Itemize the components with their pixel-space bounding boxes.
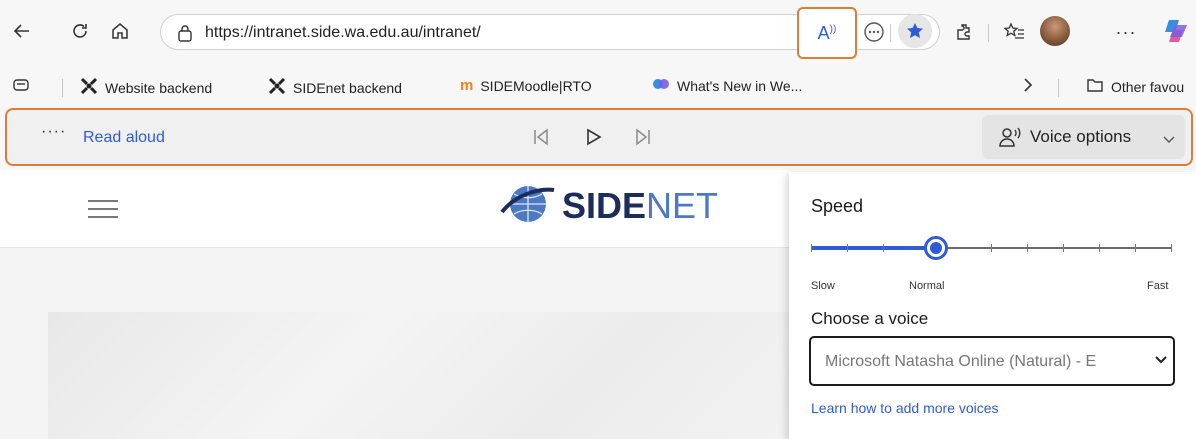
learn-more-voices-link[interactable]: Learn how to add more voices	[811, 400, 999, 416]
logo-net-text: NET	[646, 185, 719, 226]
read-aloud-button[interactable]: A))	[797, 7, 857, 59]
joomla-icon	[268, 77, 286, 98]
logo-side-text: SIDE	[562, 185, 647, 226]
more-icon[interactable]	[860, 18, 888, 46]
globe-icon	[500, 180, 556, 233]
voice-options-label: Voice options	[1030, 127, 1132, 146]
chevron-down-icon	[1155, 352, 1167, 368]
slider-tick	[811, 244, 812, 252]
speed-normal-label: Normal	[909, 280, 945, 292]
chevron-right-icon[interactable]	[1022, 77, 1034, 93]
bookmark-website-backend[interactable]: Website backend	[80, 77, 212, 98]
read-aloud-icon: A))	[817, 22, 837, 43]
joomla-icon	[80, 77, 98, 98]
chevron-down-icon	[1163, 131, 1175, 149]
drag-handle-icon[interactable]: ····	[41, 123, 66, 141]
browser-toolbar: https://intranet.side.wa.edu.au/intranet…	[0, 0, 1196, 70]
read-aloud-bar: ···· Read aloud Voice options	[5, 108, 1193, 166]
refresh-icon[interactable]	[66, 17, 94, 45]
logo-text: SIDENET	[562, 185, 718, 227]
voice-options-button[interactable]: Voice options	[982, 115, 1185, 159]
profile-avatar[interactable]	[1040, 16, 1070, 46]
voice-icon	[998, 125, 1022, 154]
hero-banner	[48, 312, 790, 439]
slider-tick	[847, 244, 848, 252]
collections-icon[interactable]	[12, 77, 30, 93]
speed-slider-thumb[interactable]	[924, 236, 948, 260]
back-icon[interactable]	[8, 17, 36, 45]
favorites-icon[interactable]	[1000, 18, 1028, 46]
play-icon[interactable]	[583, 127, 603, 152]
bookmark-whats-new[interactable]: What's New in We...	[652, 77, 802, 94]
favorite-star-icon[interactable]	[898, 14, 932, 48]
menu-icon[interactable]	[88, 200, 118, 220]
other-favourites[interactable]: Other favou	[1086, 77, 1184, 96]
url-text[interactable]: https://intranet.side.wa.edu.au/intranet…	[205, 24, 481, 42]
speed-fast-label: Fast	[1147, 280, 1169, 292]
bookmark-separator	[62, 79, 63, 97]
speed-label: Speed	[811, 196, 864, 216]
speed-slider-fill	[811, 246, 935, 250]
voice-options-panel: Speed Slow Normal Fast Choose a voice Mi…	[789, 172, 1196, 439]
folder-icon	[1086, 77, 1104, 96]
copilot-icon	[652, 77, 670, 94]
next-paragraph-icon[interactable]	[633, 127, 653, 152]
slider-tick	[1027, 244, 1028, 252]
bookmarks-bar: Website backend SIDEnet backend m SIDEMo…	[0, 70, 1196, 104]
copilot-icon[interactable]	[1160, 16, 1192, 46]
voice-select-value: Microsoft Natasha Online (Natural) - E	[825, 353, 1097, 370]
lock-icon[interactable]	[177, 24, 193, 47]
moodle-icon: m	[460, 77, 474, 94]
slider-tick	[991, 244, 992, 252]
choose-voice-label: Choose a voice	[811, 309, 929, 328]
bookmark-separator	[1058, 79, 1059, 97]
speed-slow-label: Slow	[811, 280, 835, 292]
bookmark-sidenet-backend[interactable]: SIDEnet backend	[268, 77, 402, 98]
slider-tick	[1099, 244, 1100, 252]
extensions-icon[interactable]	[950, 18, 978, 46]
previous-paragraph-icon[interactable]	[531, 127, 551, 152]
slider-tick	[1063, 244, 1064, 252]
slider-tick	[1171, 244, 1172, 252]
voice-select[interactable]: Microsoft Natasha Online (Natural) - E	[809, 336, 1175, 386]
toolbar-separator	[890, 24, 891, 42]
read-aloud-label: Read aloud	[83, 129, 165, 146]
home-icon[interactable]	[106, 17, 134, 45]
sidenet-logo[interactable]: SIDENET	[500, 178, 740, 234]
toolbar-separator	[988, 24, 989, 42]
slider-tick	[1135, 244, 1136, 252]
bookmark-sidemoodle[interactable]: m SIDEMoodle|RTO	[460, 77, 592, 94]
more-options-icon[interactable]: ···	[1112, 18, 1140, 46]
slider-tick	[883, 244, 884, 252]
